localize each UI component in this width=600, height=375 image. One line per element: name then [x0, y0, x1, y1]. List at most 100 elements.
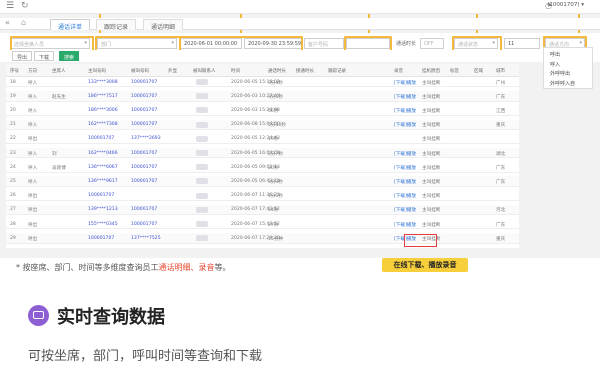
table-row[interactable]: 26 呼出 100001707 2020-06-07 11:36:21 1分1秒 [下载]… — [6, 191, 519, 201]
redacted-placeholder — [196, 192, 208, 199]
column-header: 时间 — [231, 69, 240, 74]
cell-caller: 186****3006 — [88, 107, 118, 113]
cell-rec[interactable]: [下载]播放 — [394, 222, 416, 228]
download-button[interactable]: 下载 — [34, 51, 55, 61]
table-header: 序号 方向 坐席人 主叫号码 被叫号码 外显 被叫联系人 时间 通话时长 接通时长 跟踪记录 录音 挂机… — [6, 64, 519, 77]
cell-dur: 1分1秒 — [268, 194, 284, 200]
feature-title: 实时查询数据 — [57, 307, 165, 328]
tab-tracking[interactable]: 跟踪记录 — [96, 19, 137, 31]
cell-reason: 主叫挂断 — [422, 80, 441, 86]
cell-rec[interactable]: [下载]播放 — [394, 108, 416, 114]
tab-bar: « ⌂ 通话详单 跟踪记录 通话明细 — [0, 18, 600, 31]
screenshot-panel: ☰ ↻ ◔ (10001707) ▾ « ⌂ 通话详单 跟踪记录 通话明细 选择… — [0, 0, 600, 258]
cell-dur: 27秒 — [268, 222, 279, 228]
caption-note: * 按座席、部门、时间等多维度查询员工通话明细、录音等。 — [16, 262, 231, 273]
feature-description: 可按坐席，部门，呼叫时间等查询和下载 — [28, 349, 263, 364]
table-row[interactable]: 23 呼入刘 162****0466 100001707 2020-06-05 16:0… — [6, 148, 519, 159]
hamburger-icon[interactable]: ☰ — [6, 1, 14, 11]
count-input[interactable]: 11 — [504, 38, 540, 49]
cell-dur: 3分3秒 — [268, 179, 284, 185]
cell-rec[interactable]: [下载]播放 — [394, 151, 416, 157]
cell-rec[interactable]: [下载]播放 — [394, 165, 416, 171]
cell-dir: 呼出 — [28, 208, 38, 214]
cell-rec[interactable]: [下载]播放 — [394, 122, 416, 128]
redacted-placeholder — [196, 178, 208, 185]
cell-callee: 100001707 — [131, 178, 158, 184]
note-highlight: 录音 — [198, 263, 215, 272]
cell-city: 广东 — [496, 222, 506, 228]
redacted-placeholder — [196, 221, 208, 227]
table-row[interactable]: 19 呼入 赵先生 186****7517 100001707 2020-06-03 10… — [6, 91, 519, 102]
redacted-placeholder — [196, 135, 208, 142]
cell-dur: 15分钟 — [268, 236, 284, 242]
table-row[interactable]: 22 呼出 100001707 137****2693 2020-06-05 12:24… — [6, 134, 519, 145]
cell-city: 广州 — [496, 80, 506, 86]
table-row[interactable]: 24 呼入 吴晓博 136****6067 100001707 2020-06-05 09… — [6, 162, 519, 173]
cell-caller: 139****1213 — [88, 207, 118, 213]
cell-no: 23 — [10, 150, 16, 156]
cell-no: 27 — [10, 207, 16, 213]
table-row[interactable]: 28 呼出 155****0345 100001707 2020-06-07 15:43… — [6, 219, 519, 230]
dropdown-option[interactable]: 呼出 — [550, 51, 560, 58]
cell-agent: 赵先生 — [52, 94, 66, 100]
cell-rec[interactable]: [下载]播放 — [394, 179, 416, 185]
cell-city: 广东 — [496, 179, 506, 185]
cell-dur: 20秒 — [268, 165, 279, 171]
cell-rec[interactable]: [下载]播放 — [394, 80, 416, 86]
table-row[interactable]: 21 呼入 162****7308 100001707 2020-06-08 15:04… — [6, 119, 519, 130]
tab-call-detail[interactable]: 通话明细 — [143, 19, 184, 31]
redacted-placeholder — [196, 164, 208, 171]
cell-callee: 137****7525 — [131, 235, 161, 241]
cell-city: 重庆 — [496, 236, 506, 242]
dropdown-option[interactable]: 外呼呼入自 — [550, 80, 575, 87]
column-header: 被叫号码 — [131, 69, 149, 74]
tab-call-list[interactable]: 通话详单 — [50, 19, 91, 31]
cell-dur: 14秒 — [268, 208, 279, 214]
dropdown-option[interactable]: 呼入 — [550, 61, 560, 68]
column-header: 外显 — [168, 69, 177, 74]
cell-dir: 呼出 — [28, 236, 38, 242]
cell-dur: 56秒 — [268, 108, 279, 114]
table-row[interactable]: 29 呼出 100001707 137****7525 2020-06-07 17:29… — [6, 233, 519, 244]
column-header: 方向 — [28, 69, 37, 74]
cell-caller: 136****9617 — [88, 178, 118, 184]
column-header: 录音 — [394, 69, 403, 74]
cell-reason: 主叫挂断 — [422, 222, 441, 228]
column-header: 挂机原因 — [422, 69, 440, 74]
double-chevron-left-icon[interactable]: « — [5, 18, 10, 27]
cell-rec[interactable]: [下载]播放 — [394, 94, 416, 100]
table-row[interactable]: 20 呼入 186****3006 100001707 2020-06-03 15:24… — [6, 105, 519, 116]
phone-input[interactable]: 客户号码 — [304, 38, 344, 49]
cell-caller: 186****7517 — [88, 93, 118, 99]
home-icon[interactable]: ⌂ — [21, 18, 26, 27]
duration-toggle[interactable]: OFF — [420, 38, 444, 49]
column-header: 跟踪记录 — [328, 69, 346, 74]
cell-city: 重庆 — [496, 123, 506, 129]
table-row[interactable]: 18 呼入 133****3008 100001707 2020-06-05 15:18… — [6, 77, 519, 88]
cell-dir: 呼出 — [28, 194, 38, 200]
redacted-placeholder — [196, 79, 208, 85]
cell-rec[interactable]: [下载]播放 — [394, 193, 416, 199]
redacted-placeholder — [196, 150, 208, 156]
cell-caller: 100001707 — [88, 136, 115, 142]
column-header: 标签 — [450, 69, 459, 74]
search-button[interactable]: 搜索 — [59, 51, 80, 61]
cell-reason: 主叫挂断 — [422, 179, 441, 185]
cell-rec[interactable]: [下载]播放 — [394, 207, 416, 213]
cell-no: 18 — [10, 79, 16, 85]
column-header: 主叫号码 — [88, 69, 106, 74]
direction-dropdown-menu: 呼出呼入外呼呼出外呼呼入自 — [543, 47, 593, 89]
refresh-icon[interactable]: ↻ — [21, 1, 29, 11]
dropdown-option[interactable]: 外呼呼出 — [550, 70, 570, 77]
note-prefix: * 按座席、部门、时间等多维度查询员工 — [16, 263, 159, 272]
user-menu[interactable]: (10001707) ▾ — [547, 2, 584, 8]
cell-dir: 呼入 — [28, 80, 38, 86]
cell-no: 29 — [10, 235, 16, 241]
top-bar: ☰ ↻ ◔ (10001707) ▾ — [0, 0, 600, 14]
export-button[interactable]: 导出 — [12, 51, 33, 61]
column-header: 区域 — [474, 69, 483, 74]
column-header: 序号 — [10, 69, 19, 74]
column-header: 通话时长 — [268, 69, 286, 74]
table-row[interactable]: 27 呼出 139****1213 100001707 2020-06-07 17:43… — [6, 204, 519, 216]
table-row[interactable]: 25 呼入 136****9617 100001707 2020-06-05 06:43… — [6, 176, 519, 187]
